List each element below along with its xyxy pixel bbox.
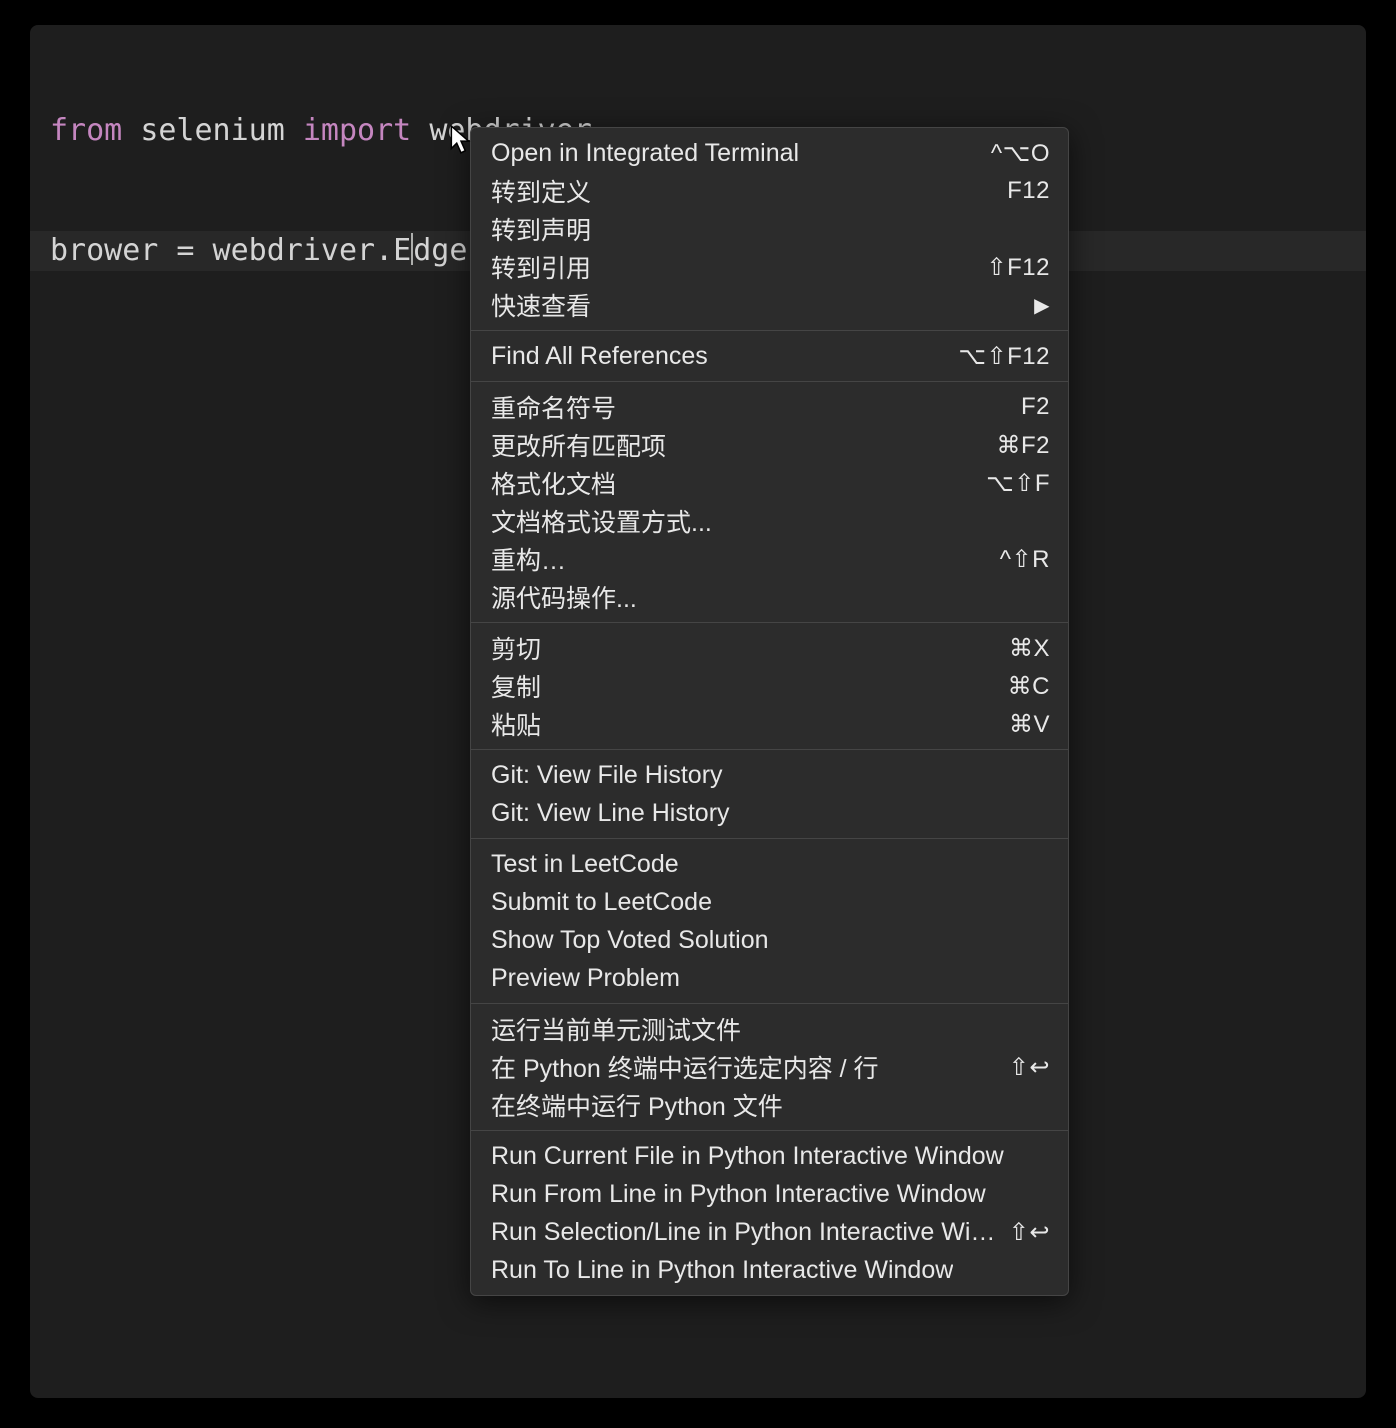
submenu-arrow-icon: ▶ bbox=[1034, 293, 1050, 318]
menu-item-label: 快速查看 bbox=[491, 287, 591, 323]
menu-separator bbox=[471, 381, 1068, 382]
menu-item[interactable]: Run Current File in Python Interactive W… bbox=[471, 1137, 1068, 1175]
menu-item-shortcut: ⇧F12 bbox=[987, 253, 1050, 282]
menu-item-shortcut: ⇧↩ bbox=[1009, 1218, 1050, 1247]
menu-separator bbox=[471, 622, 1068, 623]
menu-item[interactable]: Run To Line in Python Interactive Window bbox=[471, 1251, 1068, 1289]
menu-item-label: Run Current File in Python Interactive W… bbox=[491, 1142, 1004, 1171]
keyword-from: from bbox=[50, 113, 122, 148]
menu-item[interactable]: 转到定义 F12 bbox=[471, 172, 1068, 210]
menu-item-label: Run To Line in Python Interactive Window bbox=[491, 1256, 953, 1285]
menu-item[interactable]: Show Top Voted Solution bbox=[471, 921, 1068, 959]
menu-item[interactable]: 重构… ^⇧R bbox=[471, 540, 1068, 578]
menu-item[interactable]: 运行当前单元测试文件 bbox=[471, 1010, 1068, 1048]
menu-item[interactable]: 快速查看 ▶ bbox=[471, 286, 1068, 324]
menu-item-shortcut: ⌘C bbox=[1008, 672, 1050, 701]
module-name: selenium bbox=[140, 113, 285, 148]
menu-item[interactable]: Find All References ⌥⇧F12 bbox=[471, 337, 1068, 375]
menu-item-label: 在终端中运行 Python 文件 bbox=[491, 1087, 783, 1123]
menu-item-shortcut: ^⇧R bbox=[1000, 545, 1050, 574]
menu-separator bbox=[471, 749, 1068, 750]
menu-item[interactable]: Test in LeetCode bbox=[471, 845, 1068, 883]
menu-item[interactable]: Git: View Line History bbox=[471, 794, 1068, 832]
context-menu[interactable]: Open in Integrated Terminal ^⌥O 转到定义 F12 转到声… bbox=[470, 127, 1069, 1296]
menu-item-shortcut: ⌥⇧F bbox=[986, 469, 1050, 498]
menu-item[interactable]: 在终端中运行 Python 文件 bbox=[471, 1086, 1068, 1124]
menu-item-label: 复制 bbox=[491, 668, 541, 704]
menu-item-label: 转到定义 bbox=[491, 173, 591, 209]
menu-item-label: 剪切 bbox=[491, 630, 541, 666]
menu-separator bbox=[471, 330, 1068, 331]
menu-item[interactable]: Preview Problem bbox=[471, 959, 1068, 997]
menu-item-label: Test in LeetCode bbox=[491, 850, 679, 879]
menu-item-label: Show Top Voted Solution bbox=[491, 926, 769, 955]
menu-item-label: 重命名符号 bbox=[491, 389, 616, 425]
menu-item[interactable]: Open in Integrated Terminal ^⌥O bbox=[471, 134, 1068, 172]
text-cursor bbox=[411, 233, 413, 265]
menu-separator bbox=[471, 838, 1068, 839]
menu-item[interactable]: 更改所有匹配项 ⌘F2 bbox=[471, 426, 1068, 464]
menu-item-shortcut: ⇧↩ bbox=[1009, 1053, 1050, 1082]
menu-item[interactable]: 文档格式设置方式... bbox=[471, 502, 1068, 540]
menu-item[interactable]: Git: View File History bbox=[471, 756, 1068, 794]
menu-item-label: Open in Integrated Terminal bbox=[491, 139, 799, 168]
menu-item-shortcut: F2 bbox=[1021, 393, 1050, 421]
menu-item-shortcut: ⌘V bbox=[1009, 710, 1050, 739]
menu-item-label: 粘贴 bbox=[491, 706, 541, 742]
menu-item[interactable]: 在 Python 终端中运行选定内容 / 行 ⇧↩ bbox=[471, 1048, 1068, 1086]
menu-item-label: Git: View File History bbox=[491, 761, 723, 790]
menu-item-shortcut: ⌘X bbox=[1009, 634, 1050, 663]
keyword-import: import bbox=[303, 113, 411, 148]
menu-item-label: 更改所有匹配项 bbox=[491, 427, 666, 463]
menu-separator bbox=[471, 1003, 1068, 1004]
menu-item[interactable]: 源代码操作... bbox=[471, 578, 1068, 616]
menu-item-label: 源代码操作... bbox=[491, 579, 637, 615]
menu-separator bbox=[471, 1130, 1068, 1131]
menu-item[interactable]: Run From Line in Python Interactive Wind… bbox=[471, 1175, 1068, 1213]
menu-item-label: 运行当前单元测试文件 bbox=[491, 1011, 741, 1047]
menu-item[interactable]: Submit to LeetCode bbox=[471, 883, 1068, 921]
menu-item[interactable]: 重命名符号 F2 bbox=[471, 388, 1068, 426]
menu-item-label: 转到声明 bbox=[491, 211, 591, 247]
menu-item-shortcut: ^⌥O bbox=[991, 139, 1050, 168]
editor-area[interactable]: from selenium import webdriver brower = … bbox=[30, 25, 1366, 1398]
menu-item-label: Run From Line in Python Interactive Wind… bbox=[491, 1180, 986, 1209]
menu-item-label: Submit to LeetCode bbox=[491, 888, 712, 917]
menu-item[interactable]: 剪切 ⌘X bbox=[471, 629, 1068, 667]
menu-item-label: 文档格式设置方式... bbox=[491, 503, 712, 539]
menu-item[interactable]: Run Selection/Line in Python Interactive… bbox=[471, 1213, 1068, 1251]
menu-item[interactable]: 转到声明 bbox=[471, 210, 1068, 248]
menu-item-label: 转到引用 bbox=[491, 249, 591, 285]
menu-item[interactable]: 粘贴 ⌘V bbox=[471, 705, 1068, 743]
menu-item[interactable]: 转到引用 ⇧F12 bbox=[471, 248, 1068, 286]
menu-item-label: 重构… bbox=[491, 541, 566, 577]
menu-item[interactable]: 格式化文档 ⌥⇧F bbox=[471, 464, 1068, 502]
menu-item-label: Preview Problem bbox=[491, 964, 680, 993]
menu-item-label: Find All References bbox=[491, 342, 708, 371]
menu-item-label: 格式化文档 bbox=[491, 465, 616, 501]
menu-item-label: 在 Python 终端中运行选定内容 / 行 bbox=[491, 1049, 879, 1085]
code-text: brower = webdriver.Edge() bbox=[50, 233, 504, 268]
menu-item-shortcut: ⌘F2 bbox=[996, 431, 1050, 460]
menu-item-label: Run Selection/Line in Python Interactive… bbox=[491, 1218, 1009, 1247]
menu-item-shortcut: ⌥⇧F12 bbox=[958, 342, 1050, 371]
menu-item-label: Git: View Line History bbox=[491, 799, 730, 828]
menu-item[interactable]: 复制 ⌘C bbox=[471, 667, 1068, 705]
menu-item-shortcut: F12 bbox=[1007, 177, 1050, 205]
